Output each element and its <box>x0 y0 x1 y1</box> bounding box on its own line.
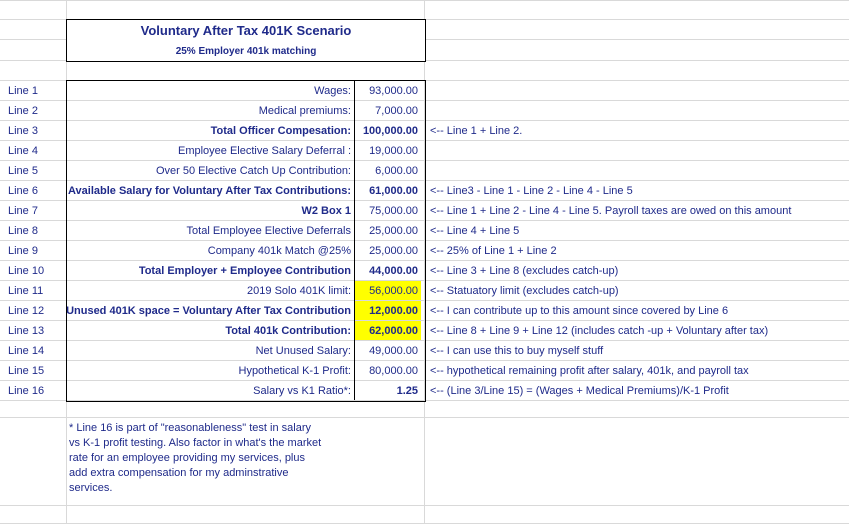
row-note[interactable]: <-- Line 4 + Line 5 <box>430 225 519 237</box>
row-line-number[interactable]: Line 4 <box>8 145 38 157</box>
row-line-number[interactable]: Line 8 <box>8 225 38 237</box>
row-note[interactable]: <-- Line 1 + Line 2 - Line 4 - Line 5. P… <box>430 205 791 217</box>
row-note[interactable]: <-- 25% of Line 1 + Line 2 <box>430 245 557 257</box>
footnote-line: rate for an employee providing my servic… <box>69 452 305 464</box>
row-line-number[interactable]: Line 12 <box>8 305 44 317</box>
row-note[interactable]: <-- Line 3 + Line 8 (excludes catch-up) <box>430 265 618 277</box>
row-line-number[interactable]: Line 11 <box>8 285 43 297</box>
footnote[interactable]: * Line 16 is part of "reasonableness" te… <box>69 421 359 496</box>
footnote-line: vs K-1 profit testing. Also factor in wh… <box>69 437 322 449</box>
spreadsheet: Voluntary After Tax 401K Scenario 25% Em… <box>0 0 849 524</box>
spacer-cell <box>67 61 423 79</box>
row-line-number[interactable]: Line 7 <box>8 205 38 217</box>
footnote-line: * Line 16 is part of "reasonableness" te… <box>69 422 311 434</box>
row-line-number[interactable]: Line 2 <box>8 105 38 117</box>
title-box[interactable]: Voluntary After Tax 401K Scenario 25% Em… <box>66 19 426 62</box>
sheet-subtitle: 25% Employer 401k matching <box>175 46 317 57</box>
row-line-number[interactable]: Line 15 <box>8 365 44 377</box>
row-note[interactable]: <-- Line3 - Line 1 - Line 2 - Line 4 - L… <box>430 185 633 197</box>
sheet-title: Voluntary After Tax 401K Scenario <box>140 23 352 38</box>
table-column-divider <box>354 80 355 400</box>
row-note[interactable]: <-- I can contribute up to this amount s… <box>430 305 728 317</box>
row-note[interactable]: <-- Line 8 + Line 9 + Line 12 (includes … <box>430 325 768 337</box>
row-note[interactable]: <-- I can use this to buy myself stuff <box>430 345 603 357</box>
row-note[interactable]: <-- (Line 3/Line 15) = (Wages + Medical … <box>430 385 729 397</box>
row-line-number[interactable]: Line 6 <box>8 185 38 197</box>
table-border <box>66 80 426 402</box>
footnote-line: add extra compensation for my adminstrat… <box>69 467 289 479</box>
row-note[interactable]: <-- hypothetical remaining profit after … <box>430 365 749 377</box>
row-line-number[interactable]: Line 10 <box>8 265 44 277</box>
row-line-number[interactable]: Line 13 <box>8 325 44 337</box>
footnote-line: services. <box>69 482 113 494</box>
row-line-number[interactable]: Line 5 <box>8 165 38 177</box>
row-note[interactable]: <-- Statuatory limit (excludes catch-up) <box>430 285 619 297</box>
row-line-number[interactable]: Line 1 <box>8 85 38 97</box>
row-line-number[interactable]: Line 16 <box>8 385 44 397</box>
row-note[interactable]: <-- Line 1 + Line 2. <box>430 125 522 137</box>
row-line-number[interactable]: Line 3 <box>8 125 38 137</box>
row-line-number[interactable]: Line 9 <box>8 245 38 257</box>
row-line-number[interactable]: Line 14 <box>8 345 44 357</box>
